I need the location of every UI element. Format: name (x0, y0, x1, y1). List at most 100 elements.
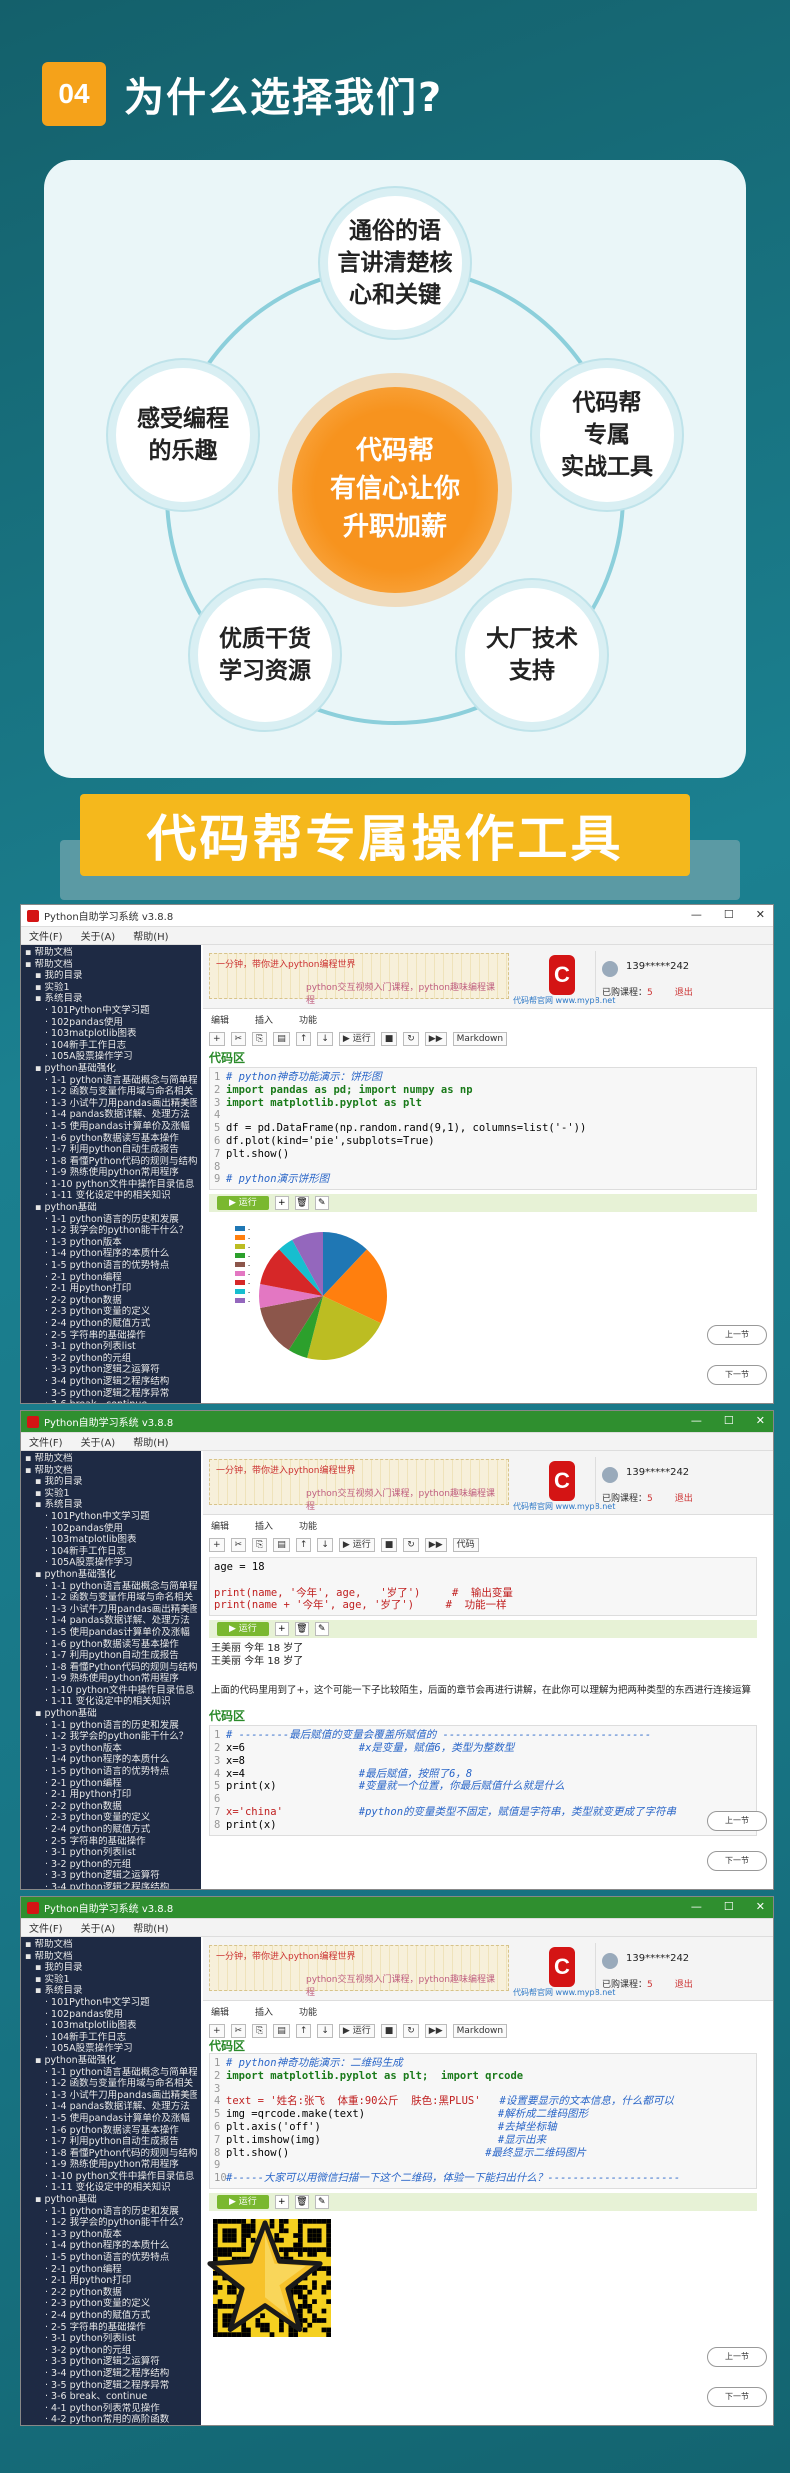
prev-button[interactable]: 上一节 (707, 1325, 767, 1345)
stop-icon[interactable]: ■ (380, 1538, 398, 1552)
tab-function[interactable]: 功能 (299, 1519, 317, 1532)
menu-about[interactable]: 关于(A) (81, 928, 116, 943)
tree-item[interactable]: · 104新手工作日志 (25, 2032, 197, 2044)
tree-item[interactable]: · 1-4 pandas数据详解、处理方法 (25, 2101, 197, 2113)
paste-icon[interactable]: ▤ (273, 1032, 290, 1046)
tree-item[interactable]: · 2-5 字符串的基础操作 (25, 2322, 197, 2334)
tree-item[interactable]: · 2-1 python编程 (25, 2264, 197, 2276)
toolbar-run-button[interactable]: ▶ 运行 (338, 1032, 375, 1046)
tree-item[interactable]: · 1-7 利用python自动生成报告 (25, 1650, 197, 1662)
add-icon[interactable]: + (209, 1538, 225, 1552)
code-editor[interactable]: 1 # python神奇功能演示：饼形图 2 import pandas as pd… (209, 1067, 757, 1191)
tree-item[interactable]: · 2-1 python编程 (25, 1778, 197, 1790)
maximize-icon[interactable]: ☐ (724, 1900, 734, 1913)
menu-help[interactable]: 帮助(H) (133, 1434, 168, 1449)
paste-icon[interactable]: ▤ (273, 1538, 290, 1552)
tree-item[interactable]: · 4-1 python列表常见操作 (25, 2403, 197, 2415)
down-icon[interactable]: ↓ (317, 1538, 333, 1552)
tree-item[interactable]: · 1-11 变化设定中的相关知识 (25, 2182, 197, 2194)
tree-item[interactable]: · 4-2 python常用的高阶函数 (25, 2414, 197, 2425)
up-icon[interactable]: ↑ (295, 1032, 312, 1046)
tree-item[interactable]: · 102pandas使用 (25, 1017, 197, 1029)
tree-item[interactable]: ▪ 帮助文档 (25, 1939, 197, 1951)
tree-item[interactable]: · 1-8 看懂Python代码的规则与结构 (25, 1662, 197, 1674)
tree-item[interactable]: ▪ 我的目录 (25, 1962, 197, 1974)
tree-item[interactable]: · 1-5 python语言的优势特点 (25, 1766, 197, 1778)
tree-item[interactable]: · 105A股票操作学习 (25, 1557, 197, 1569)
cell-type-select[interactable]: Markdown (452, 2024, 508, 2038)
tree-item[interactable]: ▪ 帮助文档 (25, 1465, 197, 1477)
maximize-icon[interactable]: ☐ (724, 1414, 734, 1427)
tree-item[interactable]: · 2-3 python变量的定义 (25, 1306, 197, 1318)
tree-item[interactable]: · 1-5 使用pandas计算单价及涨幅 (25, 2113, 197, 2125)
toolbar-run-button[interactable]: ▶ 运行 (338, 2024, 375, 2038)
tree-item[interactable]: · 1-2 函数与变量作用域与命名相关 (25, 1086, 197, 1098)
refresh-icon[interactable]: ↻ (403, 2024, 419, 2038)
tree-item[interactable]: · 2-4 python的赋值方式 (25, 1824, 197, 1836)
cut-icon[interactable]: ✂ (230, 1538, 247, 1552)
tab-edit[interactable]: 编辑 (211, 1519, 229, 1532)
course-tree[interactable]: ▪ 帮助文档 ▪ 帮助文档 ▪ 我的目录 ▪ 实验1 ▪ 系统目录 · 101Python… (21, 1451, 201, 1889)
tree-item[interactable]: ▪ 帮助文档 (25, 947, 197, 959)
menu-file[interactable]: 文件(F) (29, 1920, 63, 1935)
next-button[interactable]: 下一节 (707, 2387, 767, 2407)
tree-item[interactable]: · 1-4 pandas数据详解、处理方法 (25, 1615, 197, 1627)
tab-insert[interactable]: 插入 (255, 2005, 273, 2018)
tree-item[interactable]: · 1-2 我学会的python能干什么？ (25, 1731, 197, 1743)
menu-about[interactable]: 关于(A) (81, 1920, 116, 1935)
course-tree[interactable]: ▪ 帮助文档 ▪ 帮助文档 ▪ 我的目录 ▪ 实验1 ▪ 系统目录 · 101Python… (21, 945, 201, 1403)
tree-item[interactable]: · 1-9 熟练使用python常用程序 (25, 2159, 197, 2171)
tree-item[interactable]: · 2-3 python变量的定义 (25, 2298, 197, 2310)
tree-item[interactable]: · 101Python中文学习题 (25, 1997, 197, 2009)
code-editor[interactable]: age = 18 print(name, '今年', age, '岁了') # … (209, 1557, 757, 1617)
tree-item[interactable]: · 1-10 python文件中操作目录信息 (25, 1179, 197, 1191)
tree-item[interactable]: ▪ 帮助文档 (25, 1951, 197, 1963)
tree-item[interactable]: · 1-8 看懂Python代码的规则与结构 (25, 2148, 197, 2160)
tree-item[interactable]: · 1-9 熟练使用python常用程序 (25, 1167, 197, 1179)
tree-item[interactable]: · 3-5 python逻辑之程序异常 (25, 1388, 197, 1400)
tree-item[interactable]: · 2-5 字符串的基础操作 (25, 1330, 197, 1342)
copy-icon[interactable]: ⎘ (252, 1032, 268, 1046)
tree-item[interactable]: · 2-4 python的赋值方式 (25, 2310, 197, 2322)
tree-item[interactable]: · 105A股票操作学习 (25, 2043, 197, 2055)
refresh-icon[interactable]: ↻ (403, 1538, 419, 1552)
tree-item[interactable]: · 2-1 用python打印 (25, 1283, 197, 1295)
tree-item[interactable]: ▪ 我的目录 (25, 1476, 197, 1488)
tree-item[interactable]: · 2-1 用python打印 (25, 1789, 197, 1801)
tree-item[interactable]: · 104新手工作日志 (25, 1546, 197, 1558)
tree-item[interactable]: ▪ 我的目录 (25, 970, 197, 982)
tree-item[interactable]: · 1-2 函数与变量作用域与命名相关 (25, 2078, 197, 2090)
tree-item[interactable]: · 2-4 python的赋值方式 (25, 1318, 197, 1330)
tree-item[interactable]: · 1-1 python语言的历史和发展 (25, 1214, 197, 1226)
tree-item[interactable]: · 1-3 python版本 (25, 1743, 197, 1755)
down-icon[interactable]: ↓ (317, 1032, 333, 1046)
tree-item[interactable]: · 1-10 python文件中操作目录信息 (25, 2171, 197, 2183)
tree-item[interactable]: · 3-6 break、continue (25, 2391, 197, 2403)
tree-item[interactable]: · 1-6 python数据读写基本操作 (25, 1639, 197, 1651)
tree-item[interactable]: · 2-2 python数据 (25, 1295, 197, 1307)
tree-item[interactable]: ▪ python基础 (25, 2194, 197, 2206)
add-cell-icon[interactable]: + (274, 1622, 289, 1637)
tree-item[interactable]: · 3-4 python逻辑之程序结构 (25, 1376, 197, 1388)
tree-item[interactable]: ▪ python基础强化 (25, 2055, 197, 2067)
menu-file[interactable]: 文件(F) (29, 1434, 63, 1449)
tree-item[interactable]: · 102pandas使用 (25, 2009, 197, 2021)
tree-item[interactable]: · 1-1 python语言基础概念与简单程序 (25, 1581, 197, 1593)
tree-item[interactable]: · 1-2 函数与变量作用域与命名相关 (25, 1592, 197, 1604)
tab-edit[interactable]: 编辑 (211, 1013, 229, 1026)
tree-item[interactable]: · 1-3 小试牛刀用pandas画出精美图表 (25, 1098, 197, 1110)
tree-item[interactable]: · 2-2 python数据 (25, 2287, 197, 2299)
logout-link[interactable]: 退出 (675, 988, 693, 998)
prev-button[interactable]: 上一节 (707, 2347, 767, 2367)
tree-item[interactable]: ▪ 帮助文档 (25, 1453, 197, 1465)
tab-edit[interactable]: 编辑 (211, 2005, 229, 2018)
tree-item[interactable]: · 1-1 python语言基础概念与简单程序 (25, 2067, 197, 2079)
tree-item[interactable]: · 2-3 python变量的定义 (25, 1812, 197, 1824)
up-icon[interactable]: ↑ (295, 2024, 312, 2038)
close-icon[interactable]: ✕ (756, 908, 765, 921)
tree-item[interactable]: · 1-7 利用python自动生成报告 (25, 1144, 197, 1156)
tree-item[interactable]: ▪ python基础 (25, 1708, 197, 1720)
tree-item[interactable]: · 1-6 python数据读写基本操作 (25, 2125, 197, 2137)
up-icon[interactable]: ↑ (295, 1538, 312, 1552)
tree-item[interactable]: ▪ 系统目录 (25, 993, 197, 1005)
